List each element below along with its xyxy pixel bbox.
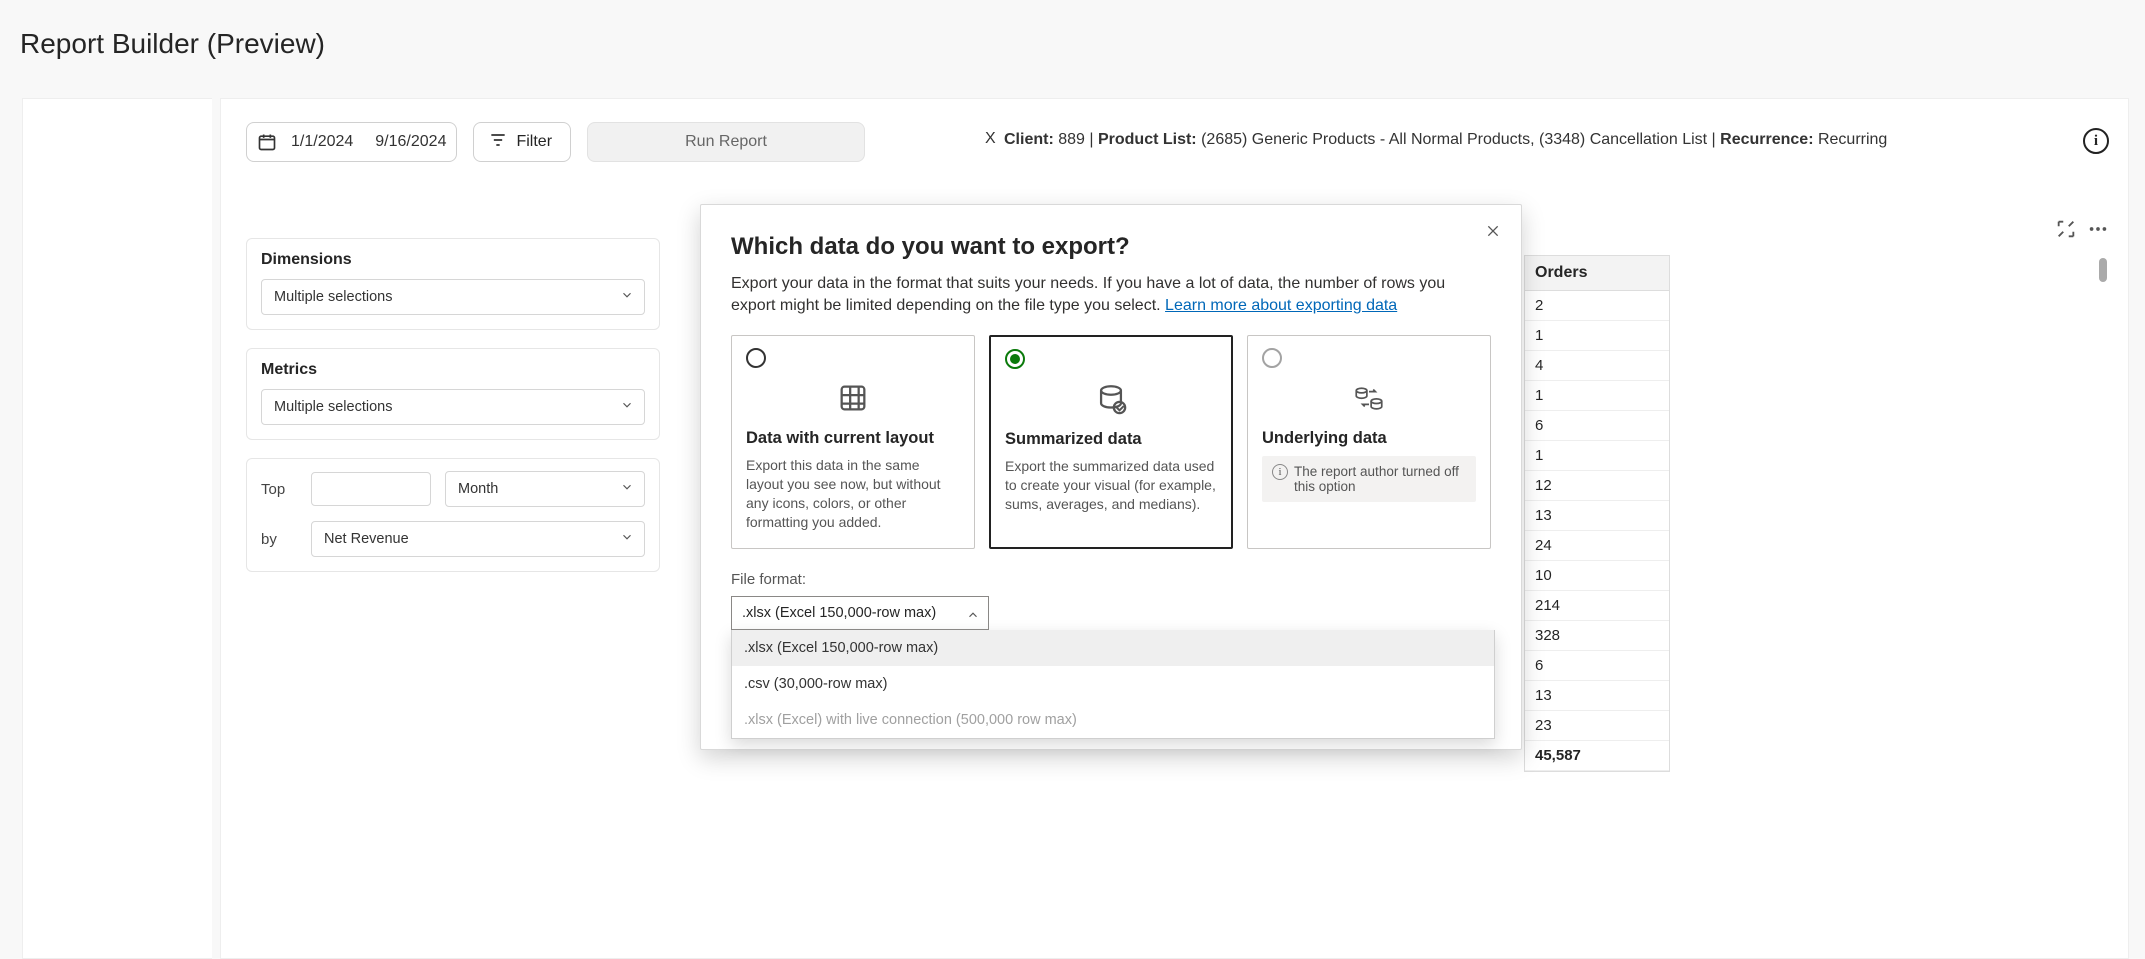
layout-grid-icon xyxy=(746,381,960,415)
radio-icon xyxy=(1262,348,1282,368)
top-by-panel: Top Month by Net Revenue xyxy=(246,458,660,572)
orders-header[interactable]: Orders xyxy=(1525,256,1669,291)
filter-label: Filter xyxy=(516,133,552,151)
filter-icon xyxy=(488,130,516,155)
orders-cell: 328 xyxy=(1525,621,1669,651)
scrollbar-thumb[interactable] xyxy=(2099,258,2107,282)
orders-cell: 24 xyxy=(1525,531,1669,561)
orders-cell: 10 xyxy=(1525,561,1669,591)
dimensions-select[interactable]: Multiple selections xyxy=(261,279,645,315)
card-title: Summarized data xyxy=(1005,430,1217,449)
focus-mode-icon[interactable] xyxy=(2055,218,2077,240)
orders-cell: 4 xyxy=(1525,351,1669,381)
file-format-option: .xlsx (Excel) with live connection (500,… xyxy=(732,702,1494,738)
orders-cell: 1 xyxy=(1525,441,1669,471)
disabled-notice: i The report author turned off this opti… xyxy=(1262,456,1476,502)
dimensions-label: Dimensions xyxy=(261,251,645,269)
card-title: Underlying data xyxy=(1262,429,1476,448)
radio-icon xyxy=(746,348,766,368)
card-body: Export this data in the same layout you … xyxy=(746,456,960,532)
context-summary: Client: 889 | Product List: (2685) Gener… xyxy=(1004,129,2035,151)
calendar-icon xyxy=(257,132,277,152)
file-format-value: .xlsx (Excel 150,000-row max) xyxy=(742,605,936,621)
orders-cell: 13 xyxy=(1525,501,1669,531)
card-body: Export the summarized data used to creat… xyxy=(1005,457,1217,514)
file-format-select[interactable]: .xlsx (Excel 150,000-row max) xyxy=(731,596,989,630)
database-summarize-icon xyxy=(1005,382,1217,416)
page-title: Report Builder (Preview) xyxy=(0,0,2145,80)
top-unit-select[interactable]: Month xyxy=(445,471,645,507)
dimensions-value: Multiple selections xyxy=(274,289,392,305)
clear-context-button[interactable]: X xyxy=(985,130,996,148)
orders-cell: 13 xyxy=(1525,681,1669,711)
by-label: by xyxy=(261,531,297,548)
learn-more-link[interactable]: Learn more about exporting data xyxy=(1165,297,1397,314)
export-option-underlying[interactable]: Underlying data i The report author turn… xyxy=(1247,335,1491,549)
orders-cell: 12 xyxy=(1525,471,1669,501)
card-title: Data with current layout xyxy=(746,429,960,448)
info-icon: i xyxy=(1272,464,1288,480)
close-button[interactable] xyxy=(1479,219,1507,247)
by-select[interactable]: Net Revenue xyxy=(311,521,645,557)
export-option-current-layout[interactable]: Data with current layout Export this dat… xyxy=(731,335,975,549)
dialog-description: Export your data in the format that suit… xyxy=(731,273,1451,317)
file-format-option[interactable]: .csv (30,000-row max) xyxy=(732,666,1494,702)
more-options-icon[interactable] xyxy=(2087,218,2109,240)
chevron-down-icon xyxy=(620,480,634,498)
export-dialog: Which data do you want to export? Export… xyxy=(700,204,1522,750)
chevron-down-icon xyxy=(620,398,634,416)
metrics-panel: Metrics Multiple selections xyxy=(246,348,660,440)
file-format-label: File format: xyxy=(731,571,1491,588)
date-end: 9/16/2024 xyxy=(375,133,446,151)
orders-cell: 214 xyxy=(1525,591,1669,621)
dialog-title: Which data do you want to export? xyxy=(731,233,1491,261)
file-format-option[interactable]: .xlsx (Excel 150,000-row max) xyxy=(732,630,1494,666)
orders-cell: 23 xyxy=(1525,711,1669,741)
orders-table: Orders 2141611213241021432861323 45,587 xyxy=(1524,255,1670,772)
chevron-down-icon xyxy=(620,530,634,548)
by-value: Net Revenue xyxy=(324,531,409,547)
metrics-label: Metrics xyxy=(261,361,645,379)
orders-cell: 6 xyxy=(1525,411,1669,441)
close-icon xyxy=(1485,223,1501,244)
orders-cell: 2 xyxy=(1525,291,1669,321)
metrics-value: Multiple selections xyxy=(274,399,392,415)
chevron-down-icon xyxy=(620,288,634,306)
run-report-button[interactable]: Run Report xyxy=(587,122,865,162)
database-sync-icon xyxy=(1262,381,1476,415)
export-option-summarized[interactable]: Summarized data Export the summarized da… xyxy=(989,335,1233,549)
radio-icon xyxy=(1005,349,1025,369)
left-panel xyxy=(22,98,212,959)
top-label: Top xyxy=(261,481,297,498)
top-unit-value: Month xyxy=(458,481,498,497)
orders-cell: 6 xyxy=(1525,651,1669,681)
top-n-input[interactable] xyxy=(311,472,431,506)
run-report-label: Run Report xyxy=(685,133,767,151)
filter-button[interactable]: Filter xyxy=(473,122,571,162)
info-icon[interactable]: i xyxy=(2083,128,2109,154)
orders-cell: 1 xyxy=(1525,321,1669,351)
chevron-up-icon xyxy=(966,604,980,622)
orders-cell: 1 xyxy=(1525,381,1669,411)
metrics-select[interactable]: Multiple selections xyxy=(261,389,645,425)
date-range-picker[interactable]: 1/1/2024 9/16/2024 xyxy=(246,122,457,162)
notice-text: The report author turned off this option xyxy=(1294,464,1466,494)
file-format-dropdown: .xlsx (Excel 150,000-row max) .csv (30,0… xyxy=(731,630,1495,739)
date-start: 1/1/2024 xyxy=(291,133,353,151)
dimensions-panel: Dimensions Multiple selections xyxy=(246,238,660,330)
orders-total: 45,587 xyxy=(1525,741,1669,771)
